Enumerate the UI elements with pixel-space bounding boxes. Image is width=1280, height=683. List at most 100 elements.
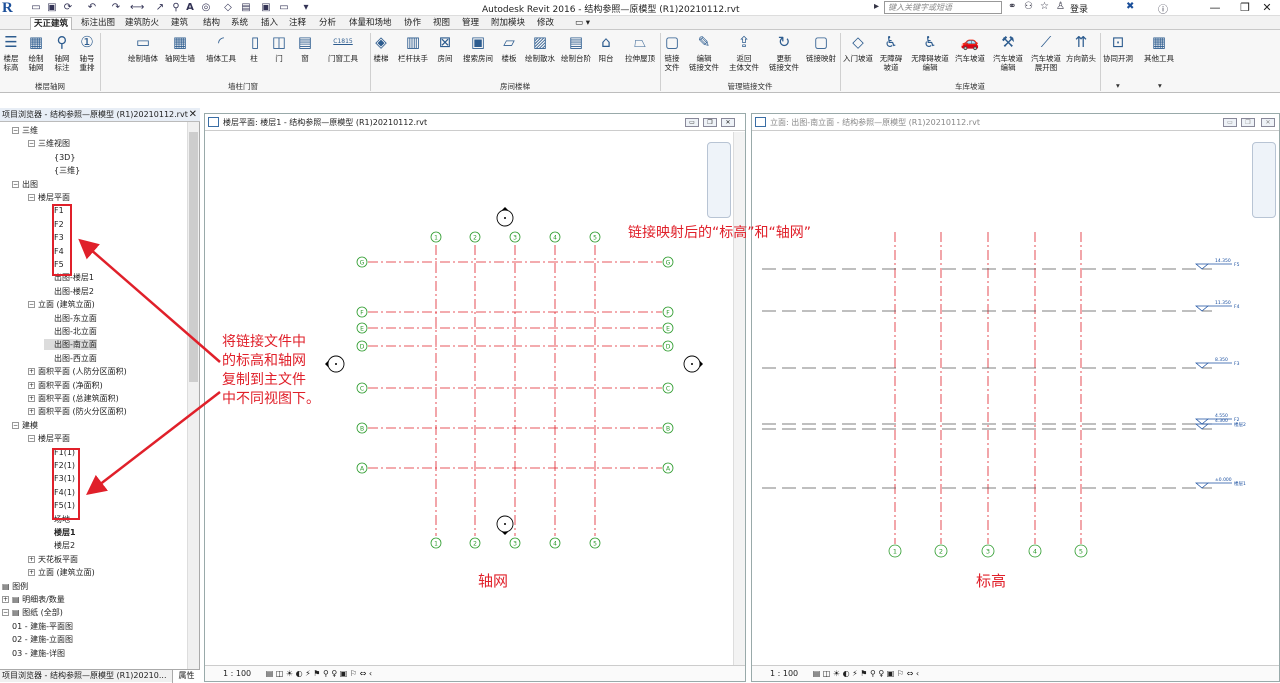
dimension-icon[interactable]: ↗ — [154, 2, 166, 14]
tab-1[interactable]: 标注出图 — [78, 17, 118, 30]
tree-item[interactable]: + 立面 (建筑立面) — [28, 567, 95, 578]
ribbon-button-26[interactable]: ♿ 无障碍 坡道 — [876, 32, 906, 72]
help-icon[interactable]: ⓘ — [1158, 1, 1168, 16]
elevation-marker-icon[interactable] — [496, 207, 514, 227]
tree-item[interactable]: 楼层2 — [44, 540, 75, 551]
browser-footer-label[interactable]: 项目浏览器 - 结构参照—原模型 (R1)20210... — [2, 671, 166, 680]
view-minimize-button[interactable]: ▭ — [1223, 118, 1237, 127]
chevron-down-icon[interactable]: ▾ — [1158, 81, 1162, 90]
view-title-bar[interactable]: 楼层平面: 楼层1 - 结构参照—原模型 (R1)20210112.rvt ▭ … — [205, 114, 745, 131]
section-icon[interactable]: ◇ — [222, 2, 234, 14]
ribbon-button-8[interactable]: ◫ 门 — [268, 32, 290, 63]
tab-12[interactable]: 管理 — [459, 17, 482, 30]
tree-item[interactable]: + ▤ 明细表/数量 — [2, 594, 65, 605]
expand-icon[interactable]: + — [28, 408, 35, 416]
collapse-icon[interactable]: − — [12, 180, 19, 188]
tree-item[interactable]: − 立面 (建筑立面) — [28, 299, 95, 310]
search-input[interactable]: 键入关键字或短语 — [884, 1, 1002, 14]
view-control-icons[interactable]: ▤ ◫ ☀ ◐ ⚡ ⚑ ⚲ ♀ ▣ ⚐ ⇔ ‹ — [813, 669, 919, 678]
exchange-icon[interactable]: ✖ — [1126, 1, 1134, 12]
collapse-icon[interactable]: − — [12, 127, 19, 134]
undo-icon[interactable]: ↶ — [86, 2, 98, 14]
ribbon-button-33[interactable]: ▦ 其他工具 — [1140, 32, 1178, 63]
ribbon-button-28[interactable]: 🚗 汽车坡道 — [952, 32, 988, 63]
tree-item[interactable]: {3D} — [44, 152, 75, 163]
ribbon-button-13[interactable]: ⊠ 房间 — [432, 32, 458, 63]
revit-logo-icon[interactable]: R — [2, 0, 28, 16]
elevation-marker-icon[interactable] — [683, 355, 703, 373]
tree-item[interactable]: + 面积平面 (人防分区面积) — [28, 366, 127, 377]
ribbon-button-24[interactable]: ▢ 链接映射 — [804, 32, 838, 63]
ribbon-button-22[interactable]: ⇪ 返回 主体文件 — [726, 32, 762, 72]
tab-11[interactable]: 视图 — [430, 17, 453, 30]
ribbon-button-17[interactable]: ▤ 绘制台阶 — [560, 32, 592, 63]
tree-item[interactable]: 出图-北立面 — [44, 326, 97, 337]
binoculars-icon[interactable]: ⚭ — [1008, 1, 1016, 12]
tree-item[interactable]: − 楼层平面 — [28, 433, 70, 444]
tab-8[interactable]: 分析 — [316, 17, 339, 30]
browser-scrollbar[interactable] — [187, 122, 199, 669]
tab-4[interactable]: 结构 — [200, 17, 223, 30]
tree-item[interactable]: − 建模 — [12, 420, 38, 431]
expand-icon[interactable]: + — [28, 368, 35, 376]
ribbon-button-21[interactable]: ✎ 编辑 链接文件 — [686, 32, 722, 72]
expand-icon[interactable]: + — [28, 569, 35, 577]
tree-item[interactable]: 楼层1 — [44, 527, 76, 538]
ribbon-button-27[interactable]: ♿ 无障碍坡道 编辑 — [908, 32, 952, 72]
tree-item[interactable]: 01 - 建施-平面图 — [12, 621, 73, 632]
tab-3[interactable]: 建筑 — [168, 17, 191, 30]
sync-icon[interactable]: ⟳ — [62, 2, 74, 14]
view-close-button[interactable]: ✕ — [1261, 118, 1275, 127]
tree-item[interactable]: 出图-楼层2 — [44, 286, 94, 297]
tree-item[interactable]: 03 - 建施-详图 — [12, 648, 65, 659]
ribbon-button-3[interactable]: ① 轴号 重排 — [76, 32, 98, 72]
ribbon-button-7[interactable]: ▯ 柱 — [244, 32, 264, 63]
scrollbar-thumb[interactable] — [189, 132, 198, 382]
tree-item[interactable]: {三维} — [44, 165, 80, 176]
tab-0[interactable]: 天正建筑 — [30, 17, 73, 30]
ribbon-button-23[interactable]: ↻ 更新 链接文件 — [766, 32, 802, 72]
minimize-button[interactable]: — — [1200, 1, 1230, 14]
expand-icon[interactable]: + — [2, 596, 9, 603]
tree-item[interactable]: 出图-东立面 — [44, 313, 97, 324]
3d-view-icon[interactable]: ◎ — [200, 2, 212, 14]
tree-item[interactable]: − 出图 — [12, 179, 38, 190]
ribbon-button-25[interactable]: ◇ 入门坡道 — [842, 32, 874, 63]
tree-item[interactable]: 出图-南立面 — [44, 339, 97, 351]
ribbon-button-12[interactable]: ▥ 栏杆扶手 — [398, 32, 428, 63]
collapse-icon[interactable]: − — [2, 609, 9, 617]
view-scale[interactable]: 1 : 100 — [770, 669, 798, 678]
expand-icon[interactable]: + — [28, 555, 35, 563]
expand-icon[interactable]: + — [28, 381, 35, 389]
ribbon-button-18[interactable]: ⌂ 阳台 — [594, 32, 618, 63]
tab-14[interactable]: 修改 — [534, 17, 557, 30]
properties-tab[interactable]: 属性 — [172, 670, 200, 683]
ribbon-button-19[interactable]: ⏢ 拉伸屋顶 — [622, 32, 658, 63]
star-icon[interactable]: ☆ — [1040, 1, 1049, 12]
redo-icon[interactable]: ↷ — [110, 2, 122, 14]
view-control-icons[interactable]: ▤ ◫ ☀ ◐ ⚡ ⚑ ⚲ ♀ ▣ ⚐ ⇔ ‹ — [266, 669, 372, 678]
tab-13[interactable]: 附加模块 — [488, 17, 528, 30]
chevron-down-icon[interactable]: ▾ — [1116, 81, 1120, 90]
collapse-icon[interactable]: − — [28, 435, 35, 443]
login-link[interactable]: 登录 — [1070, 2, 1088, 15]
ribbon-button-0[interactable]: ☰ 楼层 标高 — [0, 32, 22, 72]
navigation-bar[interactable] — [1252, 142, 1276, 218]
collapse-icon[interactable]: − — [28, 194, 35, 201]
tab-6[interactable]: 插入 — [258, 17, 281, 30]
elevation-view[interactable]: 立面: 出图-南立面 - 结构参照—原模型 (R1)20210112.rvt ▭… — [751, 113, 1280, 682]
expand-search-icon[interactable]: ▸ — [874, 1, 879, 12]
tree-item[interactable]: ▤ 图例 — [2, 581, 28, 592]
subscription-icon[interactable]: ⚇ — [1024, 1, 1033, 12]
view-scale[interactable]: 1 : 100 — [223, 669, 251, 678]
view-restore-button[interactable]: ❐ — [1241, 118, 1255, 127]
thin-lines-icon[interactable]: ▤ — [240, 2, 252, 14]
save-icon[interactable]: ▣ — [46, 2, 58, 14]
ribbon-button-14[interactable]: ▣ 搜索房间 — [460, 32, 496, 63]
ribbon-button-30[interactable]: ⟋ 汽车坡道 展开图 — [1030, 32, 1062, 72]
collapse-icon[interactable]: − — [28, 301, 35, 309]
text-icon[interactable]: A — [184, 2, 196, 14]
tree-item[interactable]: 出图-西立面 — [44, 353, 97, 364]
tab-5[interactable]: 系统 — [228, 17, 251, 30]
tree-item[interactable]: 02 - 建施-立面图 — [12, 634, 73, 645]
